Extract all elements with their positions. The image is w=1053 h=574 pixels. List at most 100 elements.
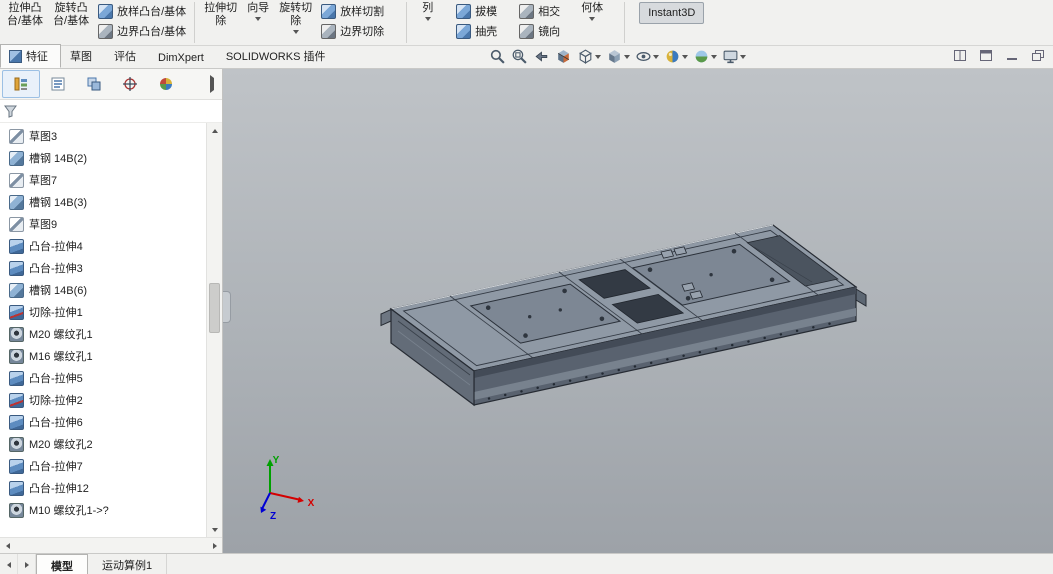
tab-dimxpert[interactable]: DimXpert xyxy=(149,48,217,68)
pane-left-icon[interactable] xyxy=(951,48,969,63)
loft-cut-button[interactable]: 放样切割 xyxy=(317,1,388,21)
tree-item[interactable]: 凸台-拉伸3 xyxy=(0,257,222,279)
scroll-up-button[interactable] xyxy=(207,123,222,138)
loft-boss-button[interactable]: 放样凸台/基体 xyxy=(94,1,190,21)
dimxpertmanager-tab[interactable] xyxy=(112,71,148,97)
tree-item[interactable]: M10 螺纹孔1->? xyxy=(0,499,222,521)
intersect-icon xyxy=(519,4,534,19)
tree-filter-row[interactable] xyxy=(0,100,222,123)
hide-show-dropdown-icon[interactable] xyxy=(653,55,659,59)
zoom-area-button[interactable] xyxy=(510,47,529,66)
tree-item[interactable]: M20 螺纹孔1 xyxy=(0,323,222,345)
tab-solidworks-addins[interactable]: SOLIDWORKS 插件 xyxy=(217,44,339,68)
reference-geometry-dropdown-icon[interactable] xyxy=(589,17,595,21)
hole-wizard-button[interactable]: 向导 xyxy=(242,0,274,21)
hide-show-items-button[interactable] xyxy=(634,47,660,66)
shell-button[interactable]: 抽壳 xyxy=(452,21,501,41)
apply-scene-button[interactable] xyxy=(692,47,718,66)
tree-horizontal-scrollbar[interactable] xyxy=(0,537,222,553)
pattern-button[interactable]: 列 xyxy=(417,0,438,21)
configurationmanager-tab[interactable] xyxy=(76,71,112,97)
revolve-cut-dropdown-icon[interactable] xyxy=(293,30,299,34)
displaymanager-tab[interactable] xyxy=(148,71,184,97)
reference-geometry-button[interactable]: 何体 xyxy=(576,0,608,21)
thread-hole-icon xyxy=(9,503,24,518)
tree-item[interactable]: 凸台-拉伸5 xyxy=(0,367,222,389)
scroll-left-button[interactable] xyxy=(0,538,15,553)
study-tabs-scroll-left[interactable] xyxy=(0,554,18,574)
minimize-icon[interactable] xyxy=(1003,48,1021,63)
loft-cut-label: 放样切割 xyxy=(340,3,384,19)
featuremanager-tree-tab[interactable] xyxy=(2,70,40,98)
restore-icon[interactable] xyxy=(1029,48,1047,63)
tree-item[interactable]: 凸台-拉伸12 xyxy=(0,477,222,499)
tab-evaluate[interactable]: 评估 xyxy=(105,44,149,68)
tree-item[interactable]: 槽钢 14B(2) xyxy=(0,147,222,169)
boundary-boss-label: 边界凸台/基体 xyxy=(117,23,186,39)
instant3d-button[interactable]: Instant3D xyxy=(639,2,704,24)
apply-scene-dropdown-icon[interactable] xyxy=(711,55,717,59)
tree-item[interactable]: 凸台-拉伸6 xyxy=(0,411,222,433)
display-style-button[interactable] xyxy=(605,47,631,66)
pattern-dropdown-icon[interactable] xyxy=(425,17,431,21)
section-view-button[interactable] xyxy=(554,47,573,66)
propertymanager-tab[interactable] xyxy=(40,71,76,97)
panel-expand-button[interactable] xyxy=(210,78,214,90)
sketch-icon xyxy=(9,217,24,232)
tree-item-label: 凸台-拉伸5 xyxy=(29,370,83,386)
shell-label: 抽壳 xyxy=(475,23,497,39)
hole-wizard-dropdown-icon[interactable] xyxy=(255,17,261,21)
motion-study-tab[interactable]: 运动算例1 xyxy=(88,554,167,574)
pane-right-icon[interactable] xyxy=(977,48,995,63)
tree-item[interactable]: M16 螺纹孔1 xyxy=(0,345,222,367)
tree-item[interactable]: 槽钢 14B(6) xyxy=(0,279,222,301)
tree-item[interactable]: 切除-拉伸2 xyxy=(0,389,222,411)
extrude-boss-button[interactable]: 拉伸凸 台/基体 xyxy=(2,0,48,28)
graphics-viewport[interactable]: Y X Z xyxy=(223,69,1053,553)
revolve-cut-button[interactable]: 旋转切 除 xyxy=(274,0,317,34)
boss-extrude-icon xyxy=(9,239,24,254)
edit-appearance-dropdown-icon[interactable] xyxy=(682,55,688,59)
mirror-button[interactable]: 镜向 xyxy=(515,21,564,41)
loft-boss-icon xyxy=(98,4,113,19)
tree-item[interactable]: 凸台-拉伸4 xyxy=(0,235,222,257)
boss-extrude-icon xyxy=(9,261,24,276)
tab-features[interactable]: 特征 xyxy=(0,44,61,68)
tree-item[interactable]: M20 螺纹孔2 xyxy=(0,433,222,455)
filter-funnel-icon xyxy=(4,105,17,118)
cut-stack-group: 放样切割 边界切除 xyxy=(317,0,388,41)
scroll-right-button[interactable] xyxy=(207,538,222,553)
scroll-down-button[interactable] xyxy=(207,522,222,537)
zoom-fit-button[interactable] xyxy=(488,47,507,66)
tree-item[interactable]: 草图7 xyxy=(0,169,222,191)
thread-hole-icon xyxy=(9,327,24,342)
cad-model-frame[interactable] xyxy=(223,69,1053,553)
reference-geometry-label: 何体 xyxy=(581,2,603,15)
edit-appearance-button[interactable] xyxy=(663,47,689,66)
tree-item[interactable]: 草图9 xyxy=(0,213,222,235)
tree-item[interactable]: 凸台-拉伸7 xyxy=(0,455,222,477)
view-orientation-button[interactable] xyxy=(576,47,602,66)
extrude-cut-button[interactable]: 拉伸切 除 xyxy=(199,0,242,28)
revolve-boss-button[interactable]: 旋转凸 台/基体 xyxy=(48,0,94,28)
draft-button[interactable]: 拔模 xyxy=(452,1,501,21)
tree-item[interactable]: 切除-拉伸1 xyxy=(0,301,222,323)
tree-item[interactable]: 草图3 xyxy=(0,125,222,147)
tree-item[interactable]: 槽钢 14B(3) xyxy=(0,191,222,213)
tab-sketch[interactable]: 草图 xyxy=(61,44,105,68)
tree-item-label: 草图7 xyxy=(29,172,57,188)
view-settings-button[interactable] xyxy=(721,47,747,66)
view-orientation-dropdown-icon[interactable] xyxy=(595,55,601,59)
tree-vertical-scrollbar[interactable] xyxy=(206,123,222,537)
boundary-cut-icon xyxy=(321,24,336,39)
previous-view-button[interactable] xyxy=(532,47,551,66)
boundary-boss-button[interactable]: 边界凸台/基体 xyxy=(94,21,190,41)
cut-extrude-icon xyxy=(9,305,24,320)
view-settings-dropdown-icon[interactable] xyxy=(740,55,746,59)
scrollbar-thumb[interactable] xyxy=(209,283,220,333)
study-tabs-scroll-right[interactable] xyxy=(18,554,36,574)
display-style-dropdown-icon[interactable] xyxy=(624,55,630,59)
intersect-button[interactable]: 相交 xyxy=(515,1,564,21)
model-tab[interactable]: 模型 xyxy=(36,554,88,574)
boundary-cut-button[interactable]: 边界切除 xyxy=(317,21,388,41)
